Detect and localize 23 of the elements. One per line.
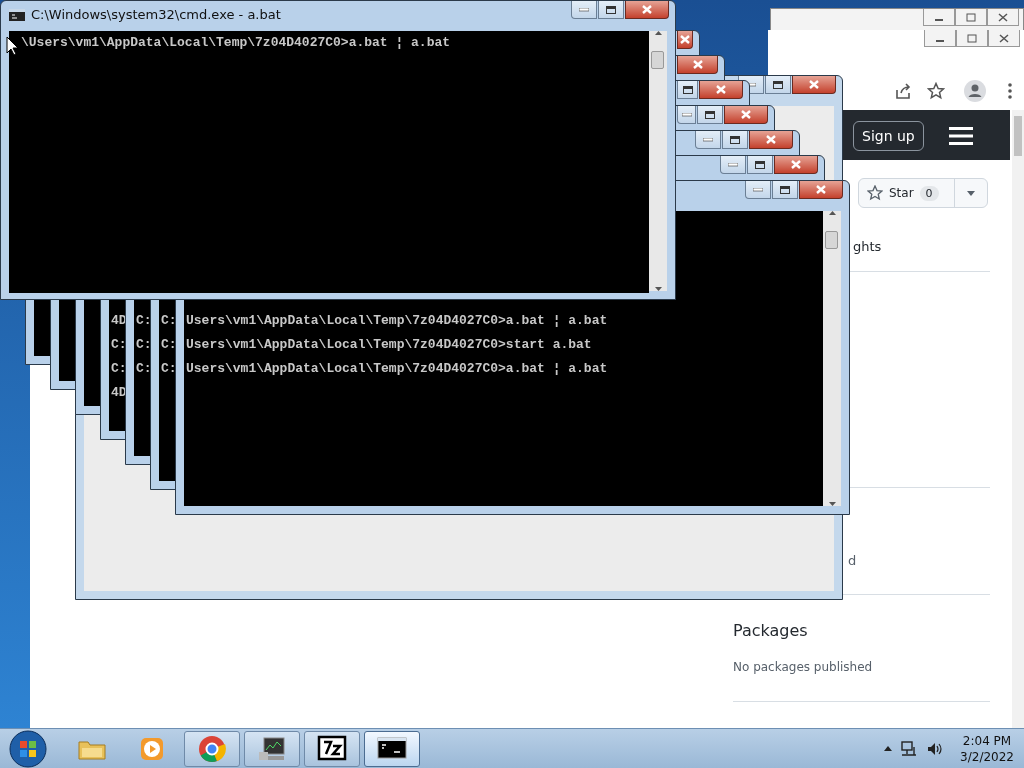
console-text: C: xyxy=(110,360,127,378)
section-text: No packages published xyxy=(733,660,873,674)
star-button[interactable]: Star 0 xyxy=(858,178,988,208)
console-text: Users\vm1\AppData\Local\Temp\7z04D4027C0>a.bat ¦ a.bat xyxy=(185,312,608,330)
console-text: C: xyxy=(110,336,127,354)
console-text: Users\vm1\AppData\Local\Temp\7z04D4027C0>a.bat ¦ a.bat xyxy=(185,360,608,378)
tab-label[interactable]: ghts xyxy=(853,239,882,254)
star-count: 0 xyxy=(919,185,939,201)
console-text: C: xyxy=(160,336,177,354)
sign-up-button[interactable]: Sign up xyxy=(853,121,924,151)
star-label: Star xyxy=(889,186,914,200)
console-text: C: xyxy=(135,312,152,330)
console-text: C: xyxy=(135,360,152,378)
clock-time[interactable]: 2:04 PM xyxy=(962,732,1012,749)
console-text: Users\vm1\AppData\Local\Temp\7z04D4027C0>start a.bat xyxy=(185,336,592,354)
clock-date[interactable]: 3/2/2022 xyxy=(960,748,1014,765)
console-text: C: xyxy=(135,336,152,354)
console-text: \Users\vm1\AppData\Local\Temp\7z04D4027C0>a.bat ¦ a.bat xyxy=(20,34,451,52)
console-text: C: xyxy=(160,312,177,330)
window-title: C:\Windows\system32\cmd.exe - a.bat xyxy=(31,7,281,22)
about-text: d xyxy=(848,553,857,568)
console-text: C: xyxy=(160,360,177,378)
section-title: Packages xyxy=(733,621,808,640)
